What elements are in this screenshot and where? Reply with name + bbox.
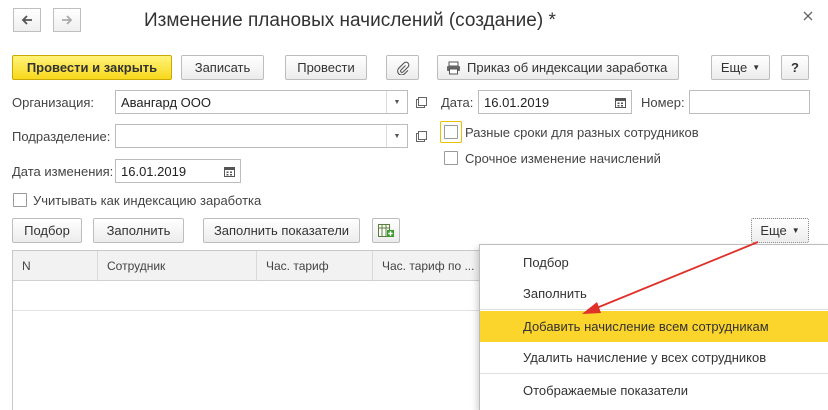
annotation-arrow: [582, 241, 759, 314]
